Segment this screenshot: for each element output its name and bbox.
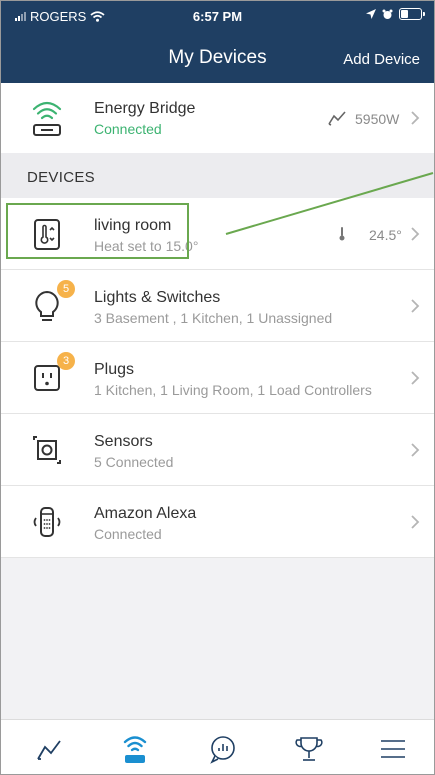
menu-icon[interactable] (373, 732, 413, 766)
device-row-sensors[interactable]: Sensors 5 Connected (1, 414, 434, 486)
energy-bridge-icon (32, 101, 62, 136)
device-temperature: 24.5° (369, 227, 402, 243)
chevron-right-icon (411, 299, 420, 313)
usage-graph-icon (328, 111, 346, 126)
device-name: Sensors (94, 433, 153, 450)
alexa-icon (33, 507, 61, 537)
thermostat-icon (34, 219, 60, 250)
chevron-right-icon (411, 111, 420, 125)
usage-icon[interactable] (29, 732, 69, 766)
rewards-icon[interactable] (289, 732, 329, 766)
device-subtitle: Connected (94, 526, 162, 542)
tab-bar (1, 719, 434, 774)
status-bar: ROGERS 6:57 PM (1, 1, 434, 31)
plugs-count-badge: 3 (57, 352, 75, 370)
chevron-right-icon (411, 443, 420, 457)
temperature-icon (339, 227, 345, 241)
bridge-status: Connected (94, 121, 162, 137)
device-name: living room (94, 217, 172, 234)
lights-count-badge: 5 (57, 280, 75, 298)
device-row-plugs[interactable]: 3 Plugs 1 Kitchen, 1 Living Room, 1 Load… (1, 342, 434, 414)
device-list: living room Heat set to 15.0° 24.5° 5 Li… (1, 198, 434, 558)
app-screen: ROGERS 6:57 PM My Devices Add Device Ene… (0, 0, 435, 775)
bridge-power: 5950W (355, 111, 400, 127)
add-device-button[interactable]: Add Device (343, 51, 420, 68)
status-icons (366, 8, 425, 20)
device-subtitle: 1 Kitchen, 1 Living Room, 1 Load Control… (94, 382, 372, 398)
bridge-name: Energy Bridge (94, 100, 196, 117)
nav-bar: My Devices Add Device (1, 31, 434, 83)
section-label: DEVICES (27, 169, 95, 186)
devices-section-header: DEVICES (1, 153, 434, 199)
device-row-living-room[interactable]: living room Heat set to 15.0° 24.5° (1, 198, 434, 270)
location-icon (366, 9, 376, 19)
alarm-icon (382, 9, 393, 19)
device-subtitle: Heat set to 15.0° (94, 238, 199, 254)
device-name: Lights & Switches (94, 289, 221, 306)
device-name: Plugs (94, 361, 135, 378)
energy-bridge-row[interactable]: Energy Bridge Connected 5950W (1, 83, 434, 154)
battery-icon (399, 8, 425, 20)
devices-icon[interactable] (115, 732, 155, 766)
insights-icon[interactable] (203, 732, 243, 766)
device-row-amazon-alexa[interactable]: Amazon Alexa Connected (1, 486, 434, 558)
chevron-right-icon (411, 371, 420, 385)
sensor-icon (33, 436, 61, 464)
device-name: Amazon Alexa (94, 505, 197, 522)
chevron-right-icon (411, 227, 420, 241)
device-subtitle: 3 Basement , 1 Kitchen, 1 Unassigned (94, 310, 333, 326)
chevron-right-icon (411, 515, 420, 529)
device-row-lights-switches[interactable]: 5 Lights & Switches 3 Basement , 1 Kitch… (1, 270, 434, 342)
device-subtitle: 5 Connected (94, 454, 174, 470)
